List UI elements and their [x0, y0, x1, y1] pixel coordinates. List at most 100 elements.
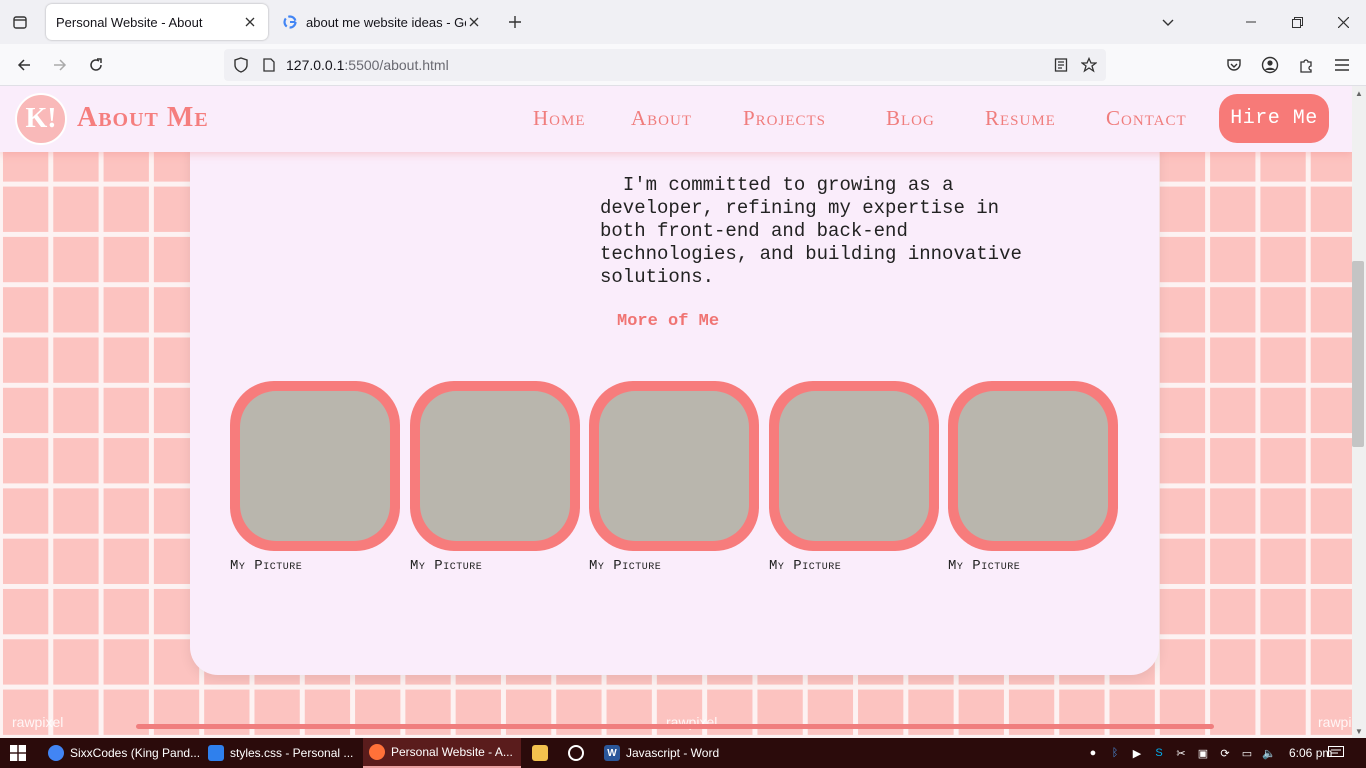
photo-caption: My Picture [230, 558, 303, 574]
url-text[interactable]: 127.0.0.1:5500/about.html [286, 57, 1050, 73]
vertical-scrollbar[interactable]: ▲ ▼ [1352, 86, 1366, 738]
photo-item[interactable]: My Picture [410, 381, 580, 574]
hire-me-button[interactable]: Hire Me [1219, 94, 1329, 143]
nav-resume[interactable]: Resume [985, 106, 1056, 131]
horizontal-scrollbar[interactable] [136, 724, 1214, 729]
photo-caption: My Picture [589, 558, 662, 574]
word-icon: W [604, 745, 620, 761]
chevron-down-icon[interactable] [1156, 10, 1180, 34]
taskbar-app-recorder[interactable] [562, 738, 596, 768]
photo-caption: My Picture [410, 558, 483, 574]
window-controls [1228, 0, 1366, 44]
new-tab-icon[interactable] [503, 10, 527, 34]
clock[interactable]: 6:06 pm [1289, 746, 1332, 760]
photo-item[interactable]: My Picture [589, 381, 759, 574]
taskbar: SixxCodes (King Pand... styles.css - Per… [0, 738, 1366, 768]
play-icon[interactable]: ▶ [1126, 738, 1148, 768]
camera-icon[interactable]: ▣ [1192, 738, 1214, 768]
photo-caption: My Picture [948, 558, 1021, 574]
firefox-icon [369, 744, 385, 760]
photo-item[interactable]: My Picture [948, 381, 1118, 574]
profile-photo [779, 391, 929, 541]
vscode-icon [208, 745, 224, 761]
photo-frame [589, 381, 759, 551]
taskbar-app-vscode[interactable]: styles.css - Personal ... [202, 738, 359, 768]
browser-tab-bar: Personal Website - About about me websit… [0, 0, 1366, 44]
profile-photo [420, 391, 570, 541]
taskbar-app-firefox[interactable]: Personal Website - A... [363, 738, 521, 768]
chrome-icon [48, 745, 64, 761]
nav-projects[interactable]: Projects [743, 106, 826, 131]
profile-photo [958, 391, 1108, 541]
page-viewport: rawpixel rawpixel rawpixel I'm committed… [0, 86, 1366, 738]
windows-start-icon[interactable] [10, 745, 26, 761]
menu-icon[interactable] [1329, 52, 1355, 78]
about-card: I'm committed to growing as a developer,… [190, 126, 1159, 675]
nav-blog[interactable]: Blog [886, 106, 935, 131]
restore-icon[interactable] [1274, 0, 1320, 44]
taskbar-app-label: Javascript - Word [626, 746, 720, 760]
nav-about[interactable]: About [631, 106, 692, 131]
reader-view-icon[interactable] [1050, 54, 1072, 76]
url-host: 127.0.0.1 [286, 57, 345, 73]
taskbar-app-label: Personal Website - A... [391, 745, 513, 759]
profile-photo [240, 391, 390, 541]
back-arrow-icon[interactable] [11, 52, 37, 78]
photo-frame [410, 381, 580, 551]
photo-item[interactable]: My Picture [230, 381, 400, 574]
shield-icon[interactable] [230, 54, 252, 76]
minimize-icon[interactable] [1228, 0, 1274, 44]
update-icon[interactable]: ⟳ [1214, 738, 1236, 768]
close-icon[interactable] [242, 14, 258, 30]
browser-toolbar: 127.0.0.1:5500/about.html [0, 44, 1366, 86]
skype-icon[interactable]: S [1148, 738, 1170, 768]
steam-icon[interactable]: ● [1082, 738, 1104, 768]
taskbar-app-explorer[interactable] [526, 738, 560, 768]
account-icon[interactable] [1257, 52, 1283, 78]
address-bar[interactable]: 127.0.0.1:5500/about.html [224, 49, 1106, 81]
folder-icon [532, 745, 548, 761]
scroll-down-icon[interactable]: ▼ [1355, 727, 1363, 736]
url-path: :5500/about.html [344, 57, 449, 73]
photo-frame [230, 381, 400, 551]
close-window-icon[interactable] [1320, 0, 1366, 44]
nav-contact[interactable]: Contact [1106, 106, 1187, 131]
reload-icon[interactable] [83, 52, 109, 78]
site-header: K! About Me Home About Projects Blog Res… [0, 86, 1352, 152]
volume-icon[interactable]: 🔈 [1258, 738, 1280, 768]
profile-photo [599, 391, 749, 541]
more-of-me-heading: More of Me [617, 312, 720, 331]
forward-arrow-icon[interactable] [47, 52, 73, 78]
tools-icon[interactable]: ✂ [1170, 738, 1192, 768]
network-icon[interactable]: ▭ [1236, 738, 1258, 768]
tab-personal-website[interactable]: Personal Website - About [46, 4, 268, 40]
nav-home[interactable]: Home [533, 106, 586, 131]
taskbar-app-chrome[interactable]: SixxCodes (King Pand... [42, 738, 206, 768]
taskbar-app-label: SixxCodes (King Pand... [70, 746, 201, 760]
google-icon [282, 14, 298, 30]
bookmark-star-icon[interactable] [1078, 54, 1100, 76]
photo-frame [769, 381, 939, 551]
photo-frame [948, 381, 1118, 551]
tab-about-me-ideas[interactable]: about me website ideas - Googl [272, 4, 492, 40]
photo-caption: My Picture [769, 558, 842, 574]
extensions-icon[interactable] [1293, 52, 1319, 78]
record-icon [568, 745, 584, 761]
taskbar-app-label: styles.css - Personal ... [230, 746, 354, 760]
system-tray: ● ᛒ ▶ S ✂ ▣ ⟳ ▭ 🔈 [1082, 738, 1280, 768]
intro-paragraph: I'm committed to growing as a developer,… [600, 174, 1022, 288]
pocket-icon[interactable] [1221, 52, 1247, 78]
close-icon[interactable] [466, 14, 482, 30]
photo-item[interactable]: My Picture [769, 381, 939, 574]
tab-title: Personal Website - About [56, 14, 203, 30]
site-nav: Home About Projects Blog Resume Contact [0, 86, 1352, 152]
tab-title: about me website ideas - Googl [306, 14, 466, 30]
tab-list-icon[interactable] [8, 10, 32, 34]
notifications-icon[interactable] [1328, 746, 1344, 763]
scroll-thumb[interactable] [1352, 261, 1364, 447]
page-icon[interactable] [258, 54, 280, 76]
bluetooth-icon[interactable]: ᛒ [1104, 738, 1126, 768]
taskbar-app-word[interactable]: W Javascript - Word [598, 738, 725, 768]
watermark: rawpixel [12, 714, 64, 730]
scroll-up-icon[interactable]: ▲ [1355, 89, 1363, 98]
